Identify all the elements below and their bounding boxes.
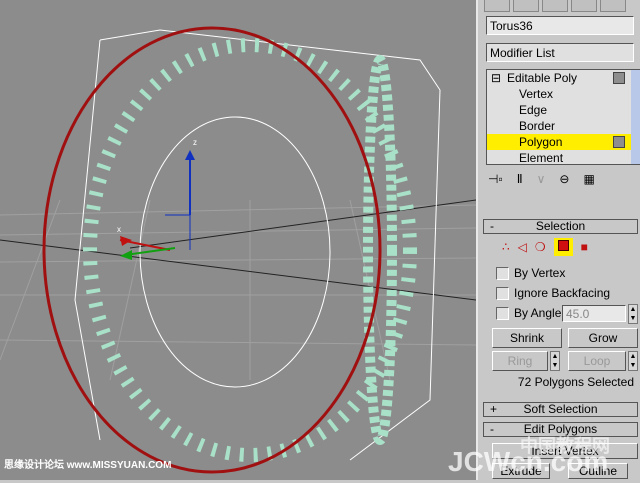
watermark-left: 思缘设计论坛 www.MISSYUAN.COM	[4, 460, 172, 471]
hierarchy-tab-icon[interactable]	[542, 0, 568, 12]
stack-item-polygon[interactable]: Polygon	[487, 134, 640, 150]
border-mode-icon[interactable]: ❍	[535, 240, 546, 254]
svg-text:z: z	[193, 138, 197, 147]
modifier-list-dropdown[interactable]: Modifier List	[486, 43, 634, 62]
by-vertex-checkbox[interactable]: By Vertex	[496, 265, 565, 281]
pin-stack-icon[interactable]: ⊣▫	[488, 172, 503, 190]
loop-button[interactable]: Loop	[568, 351, 626, 371]
angle-spinner[interactable]: ▲ ▼	[628, 304, 638, 324]
show-end-result-icon[interactable]: Ⅱ	[517, 172, 523, 190]
stack-item-border[interactable]: Border	[487, 118, 640, 134]
polygon-mode-icon[interactable]	[553, 238, 573, 256]
by-angle-checkbox[interactable]: By Angle:	[496, 305, 565, 321]
modifier-stack: ⊟ Editable Poly Vertex Edge Border Polygo…	[486, 69, 640, 165]
element-mode-icon[interactable]: ■	[581, 240, 588, 254]
watermark-right: JCWcn.com	[448, 446, 609, 477]
grow-button[interactable]: Grow	[568, 328, 638, 348]
viewport-scene: z x	[0, 26, 477, 474]
light-bulb-icon	[613, 136, 625, 148]
modify-tab-icon[interactable]	[513, 0, 539, 12]
angle-input[interactable]: 45.0	[562, 305, 626, 322]
ring-spinner[interactable]: ▲ ▼	[550, 351, 560, 371]
configure-modifier-sets-icon[interactable]: ▦	[583, 172, 594, 190]
light-bulb-icon	[613, 72, 625, 84]
command-panel: Torus36 Modifier List ⊟ Editable Poly Ver…	[476, 0, 640, 480]
command-tabs	[478, 0, 640, 14]
make-unique-icon[interactable]: ∨	[537, 172, 546, 190]
loop-spinner[interactable]: ▲ ▼	[628, 351, 638, 371]
remove-modifier-icon[interactable]: ⊖	[559, 172, 569, 190]
stack-item-editable-poly[interactable]: ⊟ Editable Poly	[487, 70, 640, 86]
create-tab-icon[interactable]	[484, 0, 510, 12]
stack-scrollbar[interactable]	[631, 70, 640, 164]
motion-tab-icon[interactable]	[571, 0, 597, 12]
perspective-viewport[interactable]: z x	[0, 0, 477, 480]
selection-rollout-header[interactable]: - Selection	[483, 219, 638, 234]
stack-item-vertex[interactable]: Vertex	[487, 86, 640, 102]
stack-toolbar: ⊣▫ Ⅱ ∨ ⊖ ▦	[488, 172, 638, 190]
home-grid	[0, 199, 477, 381]
svg-text:x: x	[117, 225, 121, 234]
soft-selection-rollout-header[interactable]: + Soft Selection	[483, 402, 638, 417]
y-axis	[124, 247, 176, 256]
selection-status: 72 Polygons Selected	[517, 375, 634, 389]
edge-mode-icon[interactable]: ◁	[518, 240, 527, 254]
torus-inner	[139, 116, 331, 388]
ignore-backfacing-checkbox[interactable]: Ignore Backfacing	[496, 285, 610, 301]
shrink-button[interactable]: Shrink	[492, 328, 562, 348]
display-tab-icon[interactable]	[600, 0, 626, 12]
object-name-input[interactable]: Torus36	[486, 16, 634, 35]
stack-item-edge[interactable]: Edge	[487, 102, 640, 118]
stack-item-element[interactable]: Element	[487, 150, 640, 166]
vertex-mode-icon[interactable]: ∴	[502, 240, 510, 254]
ring-button[interactable]: Ring	[492, 351, 548, 371]
collapse-icon[interactable]: ⊟	[491, 70, 501, 86]
